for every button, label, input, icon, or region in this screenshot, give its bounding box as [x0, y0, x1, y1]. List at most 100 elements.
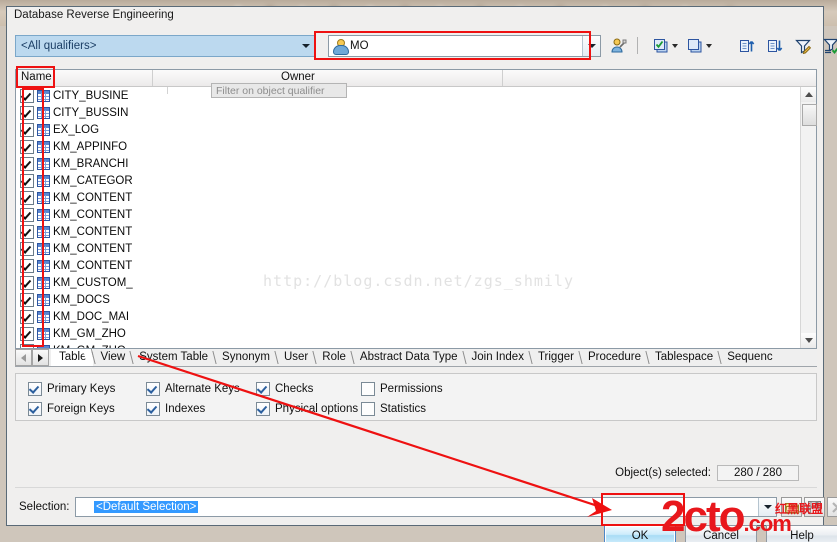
tab-label: Abstract Data Type	[359, 351, 458, 363]
table-row[interactable]: KM_BRANCHI	[16, 155, 800, 172]
table-row[interactable]: KM_CONTENT	[16, 189, 800, 206]
option-alternate-keys[interactable]: Alternate Keys	[146, 382, 240, 396]
option-foreign-keys[interactable]: Foreign Keys	[28, 402, 115, 416]
tab-scroll-right-button[interactable]	[32, 349, 49, 366]
option-checkbox[interactable]	[361, 382, 375, 396]
option-primary-keys[interactable]: Primary Keys	[28, 382, 115, 396]
option-permissions[interactable]: Permissions	[361, 382, 443, 396]
chevron-down-icon[interactable]	[582, 36, 600, 56]
row-checkbox[interactable]	[20, 105, 34, 120]
chevron-down-icon[interactable]	[758, 498, 776, 516]
row-checkbox[interactable]	[20, 173, 34, 188]
table-row[interactable]: CITY_BUSSIN	[16, 104, 800, 121]
apply-filter-button[interactable]	[821, 36, 837, 56]
table-row[interactable]: KM_APPINFO	[16, 138, 800, 155]
delete-selection-button[interactable]	[827, 497, 837, 517]
save-selection-button[interactable]	[804, 497, 825, 517]
owner-combo[interactable]: MO	[328, 35, 601, 57]
table-row[interactable]: KM_DOC_MAI	[16, 308, 800, 325]
cancel-button[interactable]: Cancel	[685, 525, 757, 542]
row-checkbox[interactable]	[20, 258, 34, 273]
tab-label: Synonym	[222, 351, 270, 363]
edit-filter-button[interactable]	[793, 36, 813, 56]
tab-tablespace[interactable]: Tablespace	[647, 349, 720, 366]
option-checkbox[interactable]	[361, 402, 375, 416]
option-checkbox[interactable]	[146, 402, 160, 416]
table-row[interactable]: KM_GM_ZHO	[16, 342, 800, 348]
row-checkbox[interactable]	[20, 292, 34, 307]
row-checkbox[interactable]	[20, 309, 34, 324]
qualifier-combo[interactable]: <All qualifiers>	[15, 35, 315, 57]
row-checkbox[interactable]	[20, 190, 34, 205]
list-vertical-scrollbar[interactable]	[800, 87, 817, 348]
table-row[interactable]: EX_LOG	[16, 121, 800, 138]
deselect-all-button[interactable]	[685, 36, 705, 56]
scroll-up-button[interactable]	[801, 87, 816, 102]
tab-synonym[interactable]: Synonym	[214, 349, 276, 366]
row-checkbox[interactable]	[20, 343, 34, 348]
scrollbar-thumb[interactable]	[802, 104, 817, 126]
option-label: Primary Keys	[47, 383, 116, 395]
tab-procedure[interactable]: Procedure	[579, 349, 648, 366]
table-row[interactable]: KM_DOCS	[16, 291, 800, 308]
option-indexes[interactable]: Indexes	[146, 402, 205, 416]
ok-button[interactable]: OK	[604, 525, 676, 542]
select-owner-button[interactable]	[609, 36, 629, 56]
row-checkbox[interactable]	[20, 241, 34, 256]
table-icon	[37, 140, 50, 153]
option-statistics[interactable]: Statistics	[361, 402, 426, 416]
table-row[interactable]: KM_CATEGOR	[16, 172, 800, 189]
tab-trigger[interactable]: Trigger	[529, 349, 580, 366]
select-all-dropdown[interactable]	[669, 36, 680, 56]
sort-descending-button[interactable]	[765, 36, 785, 56]
table-row[interactable]: KM_CONTENT	[16, 206, 800, 223]
scroll-down-button[interactable]	[801, 333, 816, 348]
chevron-down-icon[interactable]	[297, 36, 314, 56]
tab-label: System Table	[139, 351, 209, 363]
option-checkbox[interactable]	[28, 382, 42, 396]
option-checkbox[interactable]	[28, 402, 42, 416]
row-checkbox[interactable]	[20, 275, 34, 290]
table-icon	[37, 344, 50, 348]
row-checkbox[interactable]	[20, 156, 34, 171]
table-row[interactable]: KM_CUSTOM_	[16, 274, 800, 291]
option-physical-options[interactable]: Physical options	[256, 402, 358, 416]
tab-sequenc[interactable]: Sequenc	[719, 349, 779, 366]
column-header-name[interactable]: Name	[16, 70, 153, 86]
row-checkbox[interactable]	[20, 326, 34, 341]
table-row[interactable]: KM_CONTENT	[16, 223, 800, 240]
tab-scroll-left-button[interactable]	[15, 349, 32, 366]
option-checkbox[interactable]	[256, 402, 270, 416]
tab-abstract-data-type[interactable]: Abstract Data Type	[351, 349, 464, 366]
row-checkbox[interactable]	[20, 207, 34, 222]
table-row[interactable]: KM_CONTENT	[16, 257, 800, 274]
tab-role[interactable]: Role	[314, 349, 352, 366]
select-all-button[interactable]	[651, 36, 671, 56]
table-row[interactable]: CITY_BUSINE	[16, 87, 800, 104]
option-checkbox[interactable]	[146, 382, 160, 396]
tab-system-table[interactable]: System Table	[131, 349, 215, 366]
tab-table[interactable]: Table	[51, 349, 93, 366]
row-name: KM_GM_ZHO	[53, 345, 166, 349]
table-icon	[37, 293, 50, 306]
deselect-all-dropdown[interactable]	[703, 36, 714, 56]
help-button[interactable]: Help	[766, 525, 837, 542]
selection-combo[interactable]: <Default Selection>	[75, 497, 777, 517]
table-row[interactable]: KM_GM_ZHO	[16, 325, 800, 342]
row-checkbox[interactable]	[20, 122, 34, 137]
tab-user[interactable]: User	[275, 349, 315, 366]
row-checkbox[interactable]	[20, 139, 34, 154]
option-checks[interactable]: Checks	[256, 382, 313, 396]
row-checkbox[interactable]	[20, 224, 34, 239]
table-row[interactable]: KM_CONTENT	[16, 240, 800, 257]
sort-ascending-button[interactable]	[737, 36, 757, 56]
row-checkbox[interactable]	[20, 88, 34, 103]
list-rows[interactable]: CITY_BUSINE CITY_BUSSIN EX_LOG KM_APPINFO KM…	[16, 87, 800, 348]
table-icon	[37, 174, 50, 187]
tab-view[interactable]: View	[92, 349, 132, 366]
tab-list[interactable]: Table View System Table Synonym User Role Abst…	[51, 349, 817, 366]
option-checkbox[interactable]	[256, 382, 270, 396]
open-selection-button[interactable]	[781, 497, 802, 517]
column-header-extra[interactable]	[503, 70, 801, 86]
tab-join-index[interactable]: Join Index	[463, 349, 530, 366]
